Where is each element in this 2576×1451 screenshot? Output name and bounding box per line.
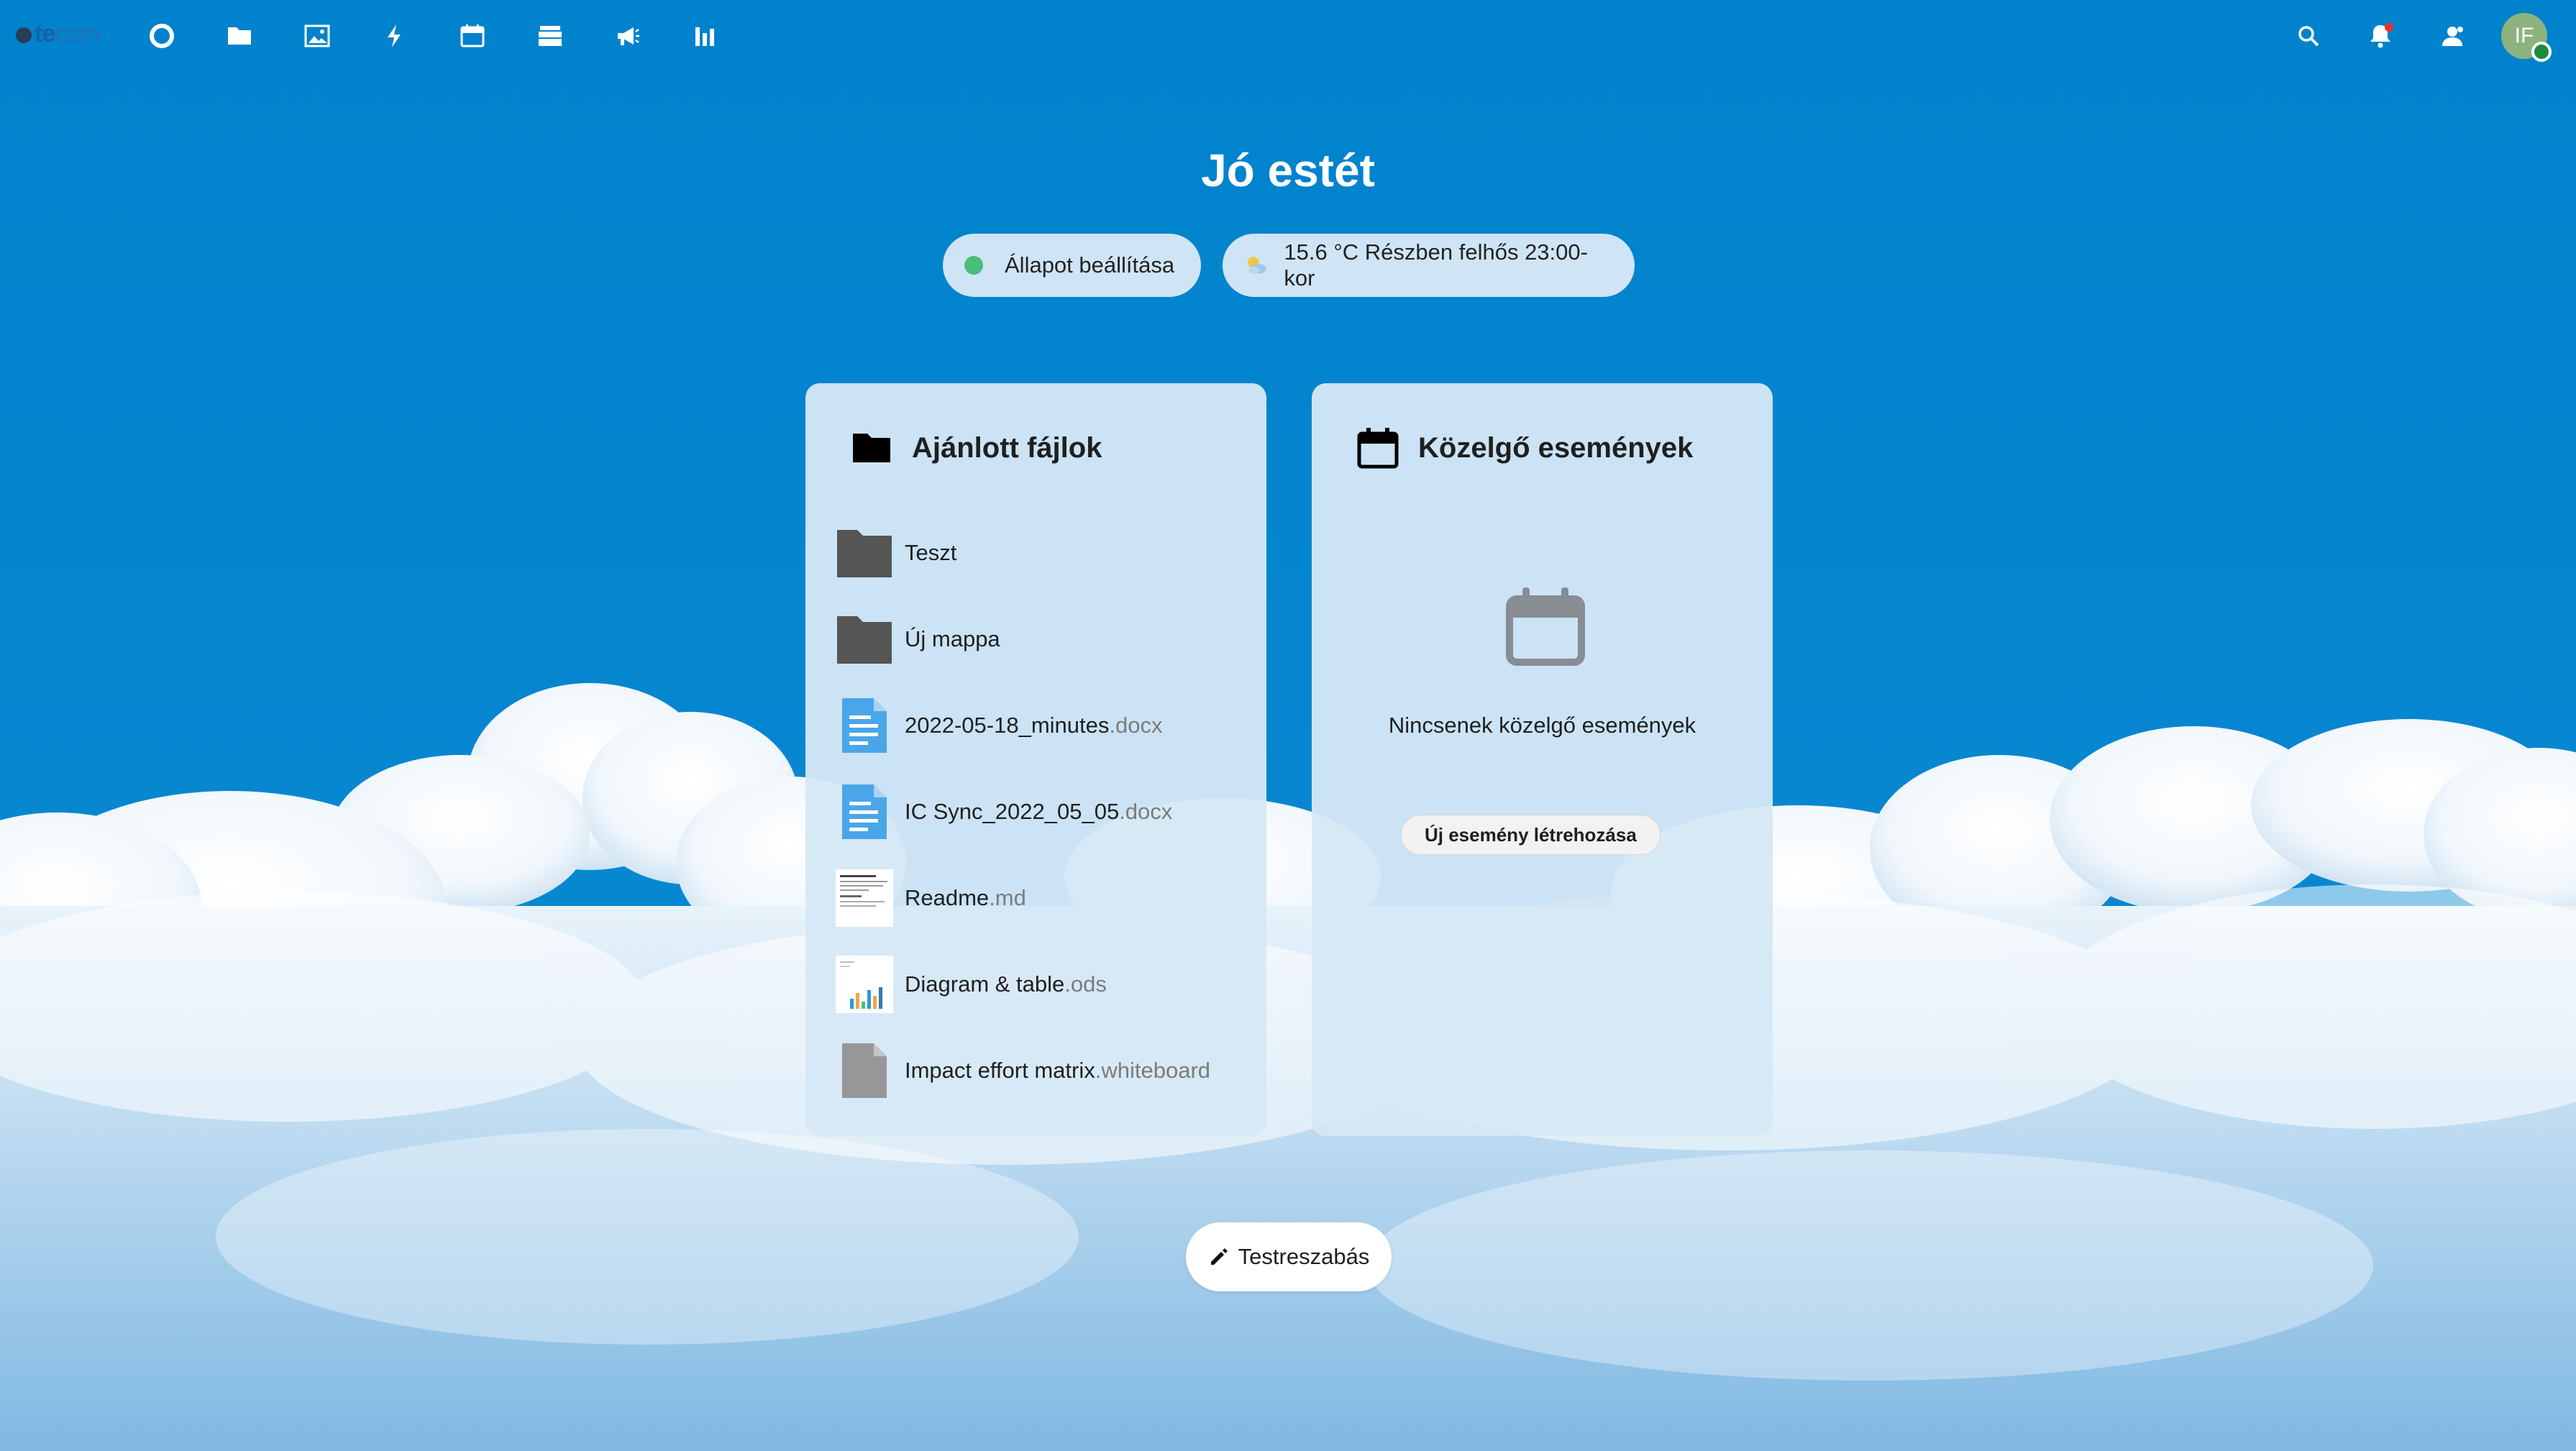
file-name: Új mappa xyxy=(905,626,1000,651)
recommended-files-widget: Ajánlott fájlok Teszt Új mappa 2022-05-1… xyxy=(805,383,1266,1136)
file-item[interactable]: Teszt xyxy=(834,517,1251,589)
notifications-icon[interactable] xyxy=(2363,19,2398,53)
folder-icon xyxy=(853,434,890,462)
file-item[interactable]: Új mappa xyxy=(834,603,1251,675)
avatar-initials: IF xyxy=(2514,24,2534,47)
logo-text-light: com xyxy=(55,20,99,47)
file-name: IC Sync_2022_05_05.docx xyxy=(905,799,1172,825)
dashboard-icon[interactable] xyxy=(145,19,179,53)
file-basename: 2022-05-18_minutes xyxy=(905,713,1110,738)
online-status-indicator xyxy=(2531,42,2552,62)
file-basename: Readme xyxy=(905,885,990,910)
file-item[interactable]: Diagram & table.ods xyxy=(834,948,1251,1020)
recommended-files-title: Ajánlott fájlok xyxy=(912,431,1102,464)
file-extension: .docx xyxy=(1119,799,1173,824)
file-basename: Diagram & table xyxy=(905,971,1065,997)
document-icon xyxy=(834,695,895,756)
customize-button[interactable]: Testreszabás xyxy=(1186,1222,1392,1291)
deck-icon[interactable] xyxy=(533,19,567,53)
photos-icon[interactable] xyxy=(300,19,334,53)
recommended-files-header: Ajánlott fájlok xyxy=(849,425,1102,471)
file-name: Impact effort matrix.whiteboard xyxy=(905,1058,1210,1084)
logo-mark-icon xyxy=(16,27,32,43)
calendar-icon xyxy=(1357,428,1399,469)
upcoming-events-widget: Közelgő események Nincsenek közelgő esem… xyxy=(1312,383,1773,1136)
file-extension: .whiteboard xyxy=(1095,1058,1211,1083)
status-dot-icon xyxy=(964,256,983,275)
no-events-text: Nincsenek közelgő események xyxy=(1388,713,1696,738)
text-preview-icon xyxy=(834,868,895,928)
generic-file-icon xyxy=(834,1040,895,1101)
file-name: 2022-05-18_minutes.docx xyxy=(905,713,1162,738)
user-avatar[interactable]: IF xyxy=(2501,13,2552,62)
notification-badge xyxy=(2385,23,2393,32)
file-item[interactable]: 2022-05-18_minutes.docx xyxy=(834,690,1251,761)
file-item[interactable]: Readme.md xyxy=(834,862,1251,934)
weather-status-button[interactable]: 15.6 °C Részben felhős 23:00-kor xyxy=(1223,234,1635,297)
weather-label: 15.6 °C Részben felhős 23:00-kor xyxy=(1284,239,1588,290)
document-icon xyxy=(834,782,895,842)
analytics-icon[interactable] xyxy=(688,19,723,53)
upcoming-events-title: Közelgő események xyxy=(1418,431,1694,464)
set-status-button[interactable]: Állapot beállítása xyxy=(943,234,1201,297)
activity-icon[interactable] xyxy=(378,19,412,53)
partly-cloudy-icon xyxy=(1247,257,1266,274)
logo-text: te xyxy=(35,20,55,47)
logo[interactable]: tecom xyxy=(16,20,99,48)
folder-icon xyxy=(834,523,895,583)
pencil-icon xyxy=(1210,1248,1228,1265)
file-basename: IC Sync_2022_05_05 xyxy=(905,799,1120,824)
announcements-icon[interactable] xyxy=(611,19,645,53)
file-basename: Impact effort matrix xyxy=(905,1058,1095,1083)
calendar-icon[interactable] xyxy=(455,19,490,53)
file-name: Readme.md xyxy=(905,885,1026,911)
contacts-icon[interactable] xyxy=(2435,19,2470,53)
upcoming-events-header: Közelgő események xyxy=(1355,425,1693,471)
search-icon[interactable] xyxy=(2291,19,2326,53)
folder-icon xyxy=(834,609,895,669)
top-navigation-bar: tecom IF xyxy=(0,0,2576,72)
file-extension: .ods xyxy=(1064,971,1107,997)
files-icon[interactable] xyxy=(222,19,257,53)
file-name: Teszt xyxy=(905,540,957,565)
spreadsheet-preview-icon xyxy=(834,954,895,1015)
set-status-label: Állapot beállítása xyxy=(1005,252,1175,278)
calendar-empty-icon xyxy=(1506,587,1585,666)
greeting-heading: Jó estét xyxy=(1201,145,1375,196)
file-extension: .docx xyxy=(1109,713,1163,738)
file-item[interactable]: IC Sync_2022_05_05.docx xyxy=(834,776,1251,848)
file-extension: .md xyxy=(989,885,1026,910)
file-name: Diagram & table.ods xyxy=(905,971,1107,997)
create-event-button[interactable]: Új esemény létrehozása xyxy=(1401,815,1661,855)
customize-label: Testreszabás xyxy=(1238,1244,1370,1269)
file-item[interactable]: Impact effort matrix.whiteboard xyxy=(834,1035,1251,1107)
